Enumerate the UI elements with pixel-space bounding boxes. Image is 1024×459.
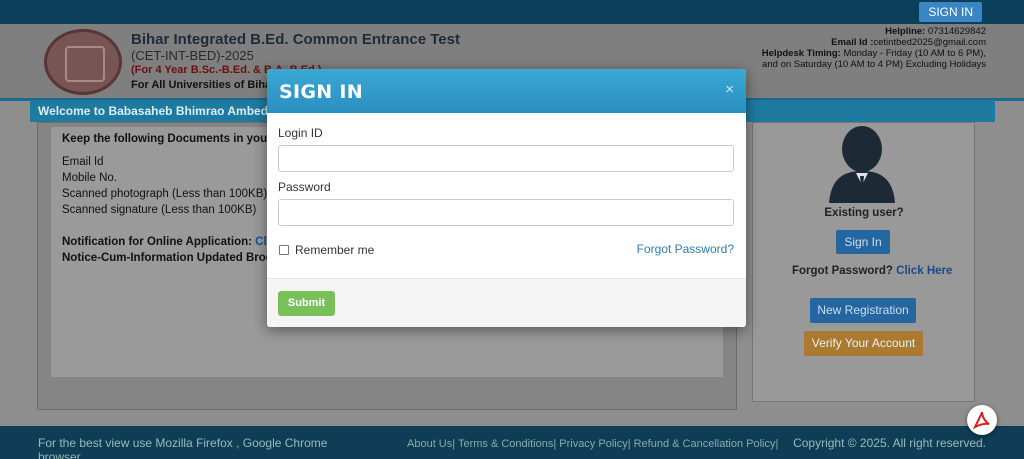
modal-header: SIGN IN × — [267, 69, 746, 113]
doc-item: Scanned photograph (Less than 100KB) — [62, 188, 268, 200]
remember-me-checkbox[interactable] — [279, 245, 289, 255]
submit-button[interactable]: Submit — [278, 291, 335, 316]
existing-user-label: Existing user? — [824, 207, 904, 219]
password-label: Password — [278, 180, 331, 194]
modal-title: SIGN IN — [279, 81, 363, 103]
top-signin-button[interactable]: SIGN IN — [919, 2, 982, 22]
top-bar: SIGN IN — [0, 0, 1024, 24]
docs-heading: Keep the following Documents in your ha — [62, 133, 289, 145]
modal-footer: Submit — [267, 278, 746, 327]
signin-modal: SIGN IN × Login ID Password Remember me … — [267, 69, 746, 327]
footer: For the best view use Mozilla Firefox , … — [0, 426, 1024, 459]
header-universities: For All Universities of Bihar F — [131, 79, 286, 91]
notification-line: Notification for Online Application: Cli… — [62, 236, 283, 248]
doc-item: Scanned signature (Less than 100KB) — [62, 204, 257, 216]
verify-account-button[interactable]: Verify Your Account — [804, 331, 923, 356]
user-avatar-icon — [825, 123, 899, 203]
helpline-info: Helpline: 07314629842 Email Id :cetintbe… — [761, 26, 986, 70]
doc-item: Mobile No. — [62, 172, 117, 184]
remember-me-label[interactable]: Remember me — [295, 243, 374, 257]
footer-links[interactable]: About Us| Terms & Conditions| Privacy Po… — [407, 438, 778, 450]
header-subtitle: (CET-INT-BED)-2025 — [131, 48, 254, 63]
password-input[interactable] — [278, 199, 734, 226]
close-icon[interactable]: × — [725, 81, 734, 98]
new-registration-button[interactable]: New Registration — [810, 298, 916, 323]
university-logo — [44, 29, 122, 95]
forgot-password-link[interactable]: Forgot Password? — [637, 242, 734, 256]
forgot-password-line: Forgot Password? Click Here — [792, 265, 953, 277]
notice-line[interactable]: Notice-Cum-Information Updated Broch — [62, 252, 279, 264]
footer-best-view: For the best view use Mozilla Firefox , … — [38, 436, 328, 459]
signin-button[interactable]: Sign In — [836, 230, 890, 254]
forgot-click-here-link[interactable]: Click Here — [896, 265, 952, 277]
doc-item: Email Id — [62, 156, 104, 168]
pdf-icon[interactable] — [967, 405, 997, 435]
login-id-label: Login ID — [278, 126, 323, 140]
header-title: Bihar Integrated B.Ed. Common Entrance T… — [131, 31, 460, 48]
footer-copyright: Copyright © 2025. All right reserved. — [793, 436, 986, 450]
login-id-input[interactable] — [278, 145, 734, 172]
